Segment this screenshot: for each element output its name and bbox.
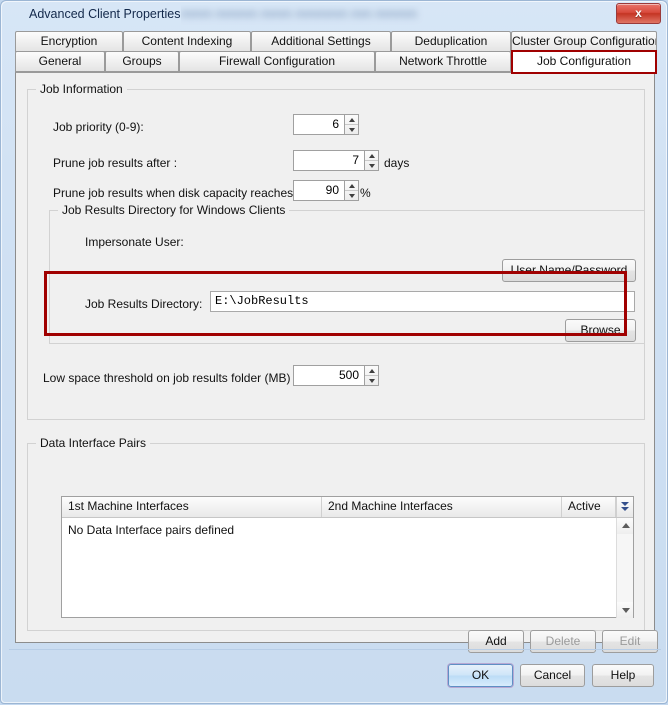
job-information-group-title: Job Information — [36, 82, 127, 96]
low-space-threshold-label: Low space threshold on job results folde… — [43, 371, 290, 385]
advanced-client-properties-dialog: Advanced Client Properties mmm mmmm mmm … — [0, 0, 668, 704]
prune-after-spin-down-icon[interactable] — [365, 161, 378, 171]
low-space-threshold-stepper[interactable]: 500 — [293, 365, 379, 386]
job-priority-spin-buttons[interactable] — [344, 114, 359, 135]
prune-after-stepper[interactable]: 7 — [293, 150, 379, 171]
data-interface-pairs-group-title: Data Interface Pairs — [36, 436, 150, 450]
tab-general[interactable]: General — [15, 51, 105, 72]
prune-disk-capacity-stepper[interactable]: 90 — [293, 180, 359, 201]
prune-disk-capacity-input[interactable]: 90 — [293, 180, 344, 201]
data-interface-pairs-group: Data Interface Pairs 1st Machine Interfa… — [27, 443, 645, 631]
prune-disk-capacity-spin-up-icon[interactable] — [345, 181, 358, 191]
low-space-threshold-input[interactable]: 500 — [293, 365, 364, 386]
job-results-directory-input[interactable]: E:\JobResults — [210, 291, 635, 312]
job-results-directory-label: Job Results Directory: — [85, 297, 202, 311]
job-priority-label: Job priority (0-9): — [53, 120, 144, 134]
tab-row-top: EncryptionContent IndexingAdditional Set… — [15, 31, 655, 52]
window-title-redacted-label: mmm mmmm mmm mmmmm mm mmmm — [181, 5, 429, 21]
job-configuration-panel: Job Information Job priority (0-9): 6 Pr… — [15, 72, 655, 643]
listview-empty-message: No Data Interface pairs defined — [68, 523, 234, 537]
close-icon[interactable]: x — [616, 3, 661, 24]
scroll-up-icon[interactable] — [617, 518, 633, 534]
job-priority-spin-down-icon[interactable] — [345, 125, 358, 135]
tab-strip: EncryptionContent IndexingAdditional Set… — [15, 31, 655, 73]
data-interface-pairs-listview[interactable]: 1st Machine Interfaces2nd Machine Interf… — [61, 496, 634, 618]
tab-network-throttle[interactable]: Network Throttle — [375, 51, 511, 72]
listview-column-2nd-machine-interfaces[interactable]: 2nd Machine Interfaces — [322, 497, 562, 517]
job-priority-spin-up-icon[interactable] — [345, 115, 358, 125]
job-priority-input[interactable]: 6 — [293, 114, 344, 135]
job-results-directory-group-title: Job Results Directory for Windows Client… — [58, 203, 289, 217]
prune-after-label: Prune job results after : — [53, 156, 177, 170]
prune-disk-capacity-spin-down-icon[interactable] — [345, 191, 358, 201]
prune-disk-capacity-unit-label: % — [360, 186, 371, 200]
scroll-down-icon[interactable] — [617, 602, 633, 618]
prune-after-unit-label: days — [384, 156, 409, 170]
prune-after-spin-buttons[interactable] — [364, 150, 379, 171]
tab-groups[interactable]: Groups — [105, 51, 179, 72]
tab-cluster-group-configuration[interactable]: Cluster Group Configuration — [511, 31, 657, 52]
listview-column-1st-machine-interfaces[interactable]: 1st Machine Interfaces — [62, 497, 322, 517]
prune-after-input[interactable]: 7 — [293, 150, 364, 171]
impersonate-user-label: Impersonate User: — [85, 235, 184, 249]
tab-content-indexing[interactable]: Content Indexing — [123, 31, 251, 52]
help-button[interactable]: Help — [592, 664, 654, 687]
tab-deduplication[interactable]: Deduplication — [391, 31, 511, 52]
ok-button[interactable]: OK — [448, 664, 513, 687]
cancel-button[interactable]: Cancel — [520, 664, 585, 687]
job-information-group: Job Information Job priority (0-9): 6 Pr… — [27, 89, 645, 420]
tab-encryption[interactable]: Encryption — [15, 31, 123, 52]
listview-column-active[interactable]: Active — [562, 497, 616, 517]
listview-scrollbar[interactable] — [616, 518, 633, 618]
prune-disk-capacity-label: Prune job results when disk capacity rea… — [53, 186, 296, 200]
tab-firewall-configuration[interactable]: Firewall Configuration — [179, 51, 375, 72]
low-space-threshold-spin-down-icon[interactable] — [365, 376, 378, 386]
job-results-directory-group: Job Results Directory for Windows Client… — [49, 210, 645, 344]
tab-row-bottom: GeneralGroupsFirewall ConfigurationNetwo… — [15, 51, 655, 72]
window-title-redacted-text: mmm mmmm mmm mmmmm mm mmmm — [181, 5, 429, 25]
prune-after-spin-up-icon[interactable] — [365, 151, 378, 161]
listview-header: 1st Machine Interfaces2nd Machine Interf… — [62, 497, 633, 518]
dialog-footer: OK Cancel Help — [1, 650, 668, 705]
low-space-threshold-spin-buttons[interactable] — [364, 365, 379, 386]
user-name-password-button[interactable]: User Name/Password — [502, 259, 636, 282]
prune-disk-capacity-spin-buttons[interactable] — [344, 180, 359, 201]
low-space-threshold-spin-up-icon[interactable] — [365, 366, 378, 376]
window-title: Advanced Client Properties — [29, 7, 180, 21]
browse-button[interactable]: Browse — [565, 319, 636, 342]
title-bar: Advanced Client Properties mmm mmmm mmm … — [1, 1, 668, 29]
job-priority-stepper[interactable]: 6 — [293, 114, 359, 135]
tab-job-configuration[interactable]: Job Configuration — [511, 51, 657, 72]
tab-additional-settings[interactable]: Additional Settings — [251, 31, 391, 52]
double-chevron-down-icon[interactable] — [616, 497, 633, 517]
